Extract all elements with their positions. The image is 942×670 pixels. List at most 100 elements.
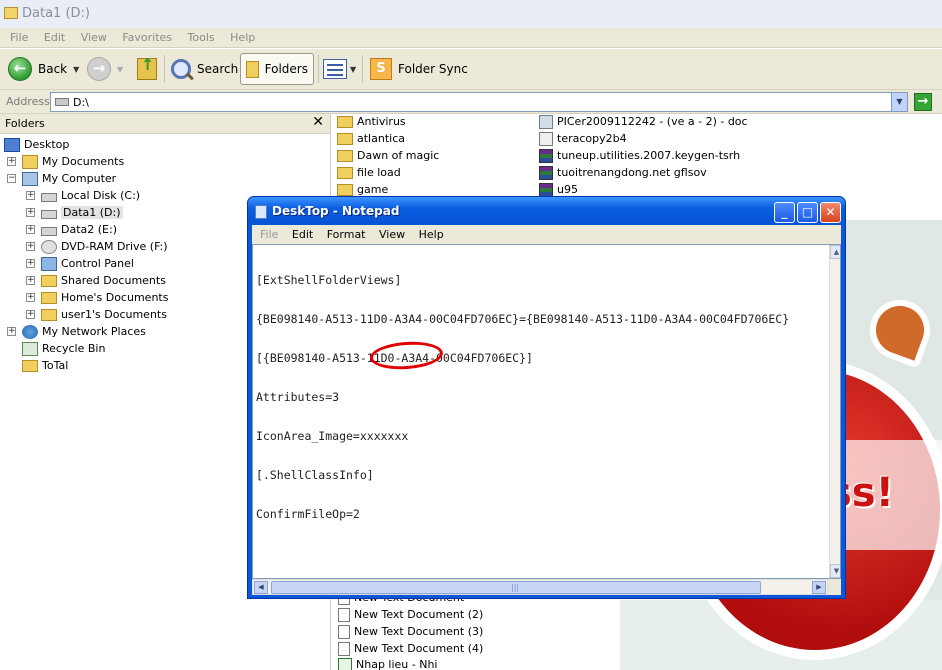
- notepad-text-area[interactable]: [ExtShellFolderViews] {BE098140-A513-11D…: [252, 244, 841, 579]
- menu-help[interactable]: Help: [224, 29, 261, 47]
- tree-item-recycle-bin[interactable]: Recycle Bin: [22, 340, 105, 357]
- menu-file[interactable]: File: [4, 29, 34, 47]
- grip-icon: |||: [511, 583, 520, 592]
- folders-pane-title: Folders: [5, 117, 45, 130]
- tree-item-shared-documents[interactable]: Shared Documents: [41, 272, 166, 289]
- expand-icon[interactable]: +: [26, 259, 35, 268]
- collapse-icon[interactable]: −: [7, 174, 16, 183]
- expand-icon[interactable]: +: [7, 157, 16, 166]
- list-item[interactable]: Antivirus: [337, 113, 406, 130]
- list-item[interactable]: atlantica: [337, 130, 405, 147]
- expand-icon[interactable]: +: [26, 225, 35, 234]
- menu-tools[interactable]: Tools: [182, 29, 221, 47]
- expand-icon[interactable]: +: [26, 191, 35, 200]
- expand-icon[interactable]: +: [26, 242, 35, 251]
- tree-item-total[interactable]: ToTal: [22, 357, 68, 374]
- list-item[interactable]: New Text Document (2): [338, 606, 483, 623]
- tree-item-label: Desktop: [24, 138, 70, 151]
- expand-icon[interactable]: +: [26, 276, 35, 285]
- text-line: [.ShellClassInfo]: [256, 468, 374, 482]
- expand-icon[interactable]: +: [26, 293, 35, 302]
- list-item[interactable]: tuoitrenangdong.net gflsov: [539, 164, 707, 181]
- resize-grip-icon[interactable]: [828, 579, 841, 595]
- notepad-titlebar[interactable]: DeskTop - Notepad _ □ ✕: [248, 197, 845, 225]
- file-name: PICer2009112242 - (ve a - 2) - doc: [557, 115, 748, 128]
- scroll-left-icon[interactable]: ◀: [254, 581, 268, 594]
- list-item[interactable]: New Text Document (4): [338, 640, 483, 657]
- vertical-scrollbar[interactable]: ▲ ▼: [829, 245, 840, 578]
- chevron-down-icon[interactable]: ▼: [117, 65, 123, 74]
- folder-icon: [337, 166, 353, 179]
- chevron-down-icon[interactable]: ▼: [350, 65, 356, 74]
- forward-button[interactable]: → ▼: [87, 53, 123, 85]
- text-file-icon: [338, 607, 350, 622]
- expand-icon[interactable]: +: [26, 208, 35, 217]
- minimize-button[interactable]: _: [774, 202, 795, 223]
- list-item[interactable]: Nhap lieu - Nhi: [338, 656, 438, 670]
- folder-icon: [246, 60, 259, 78]
- tree-item-label: My Computer: [42, 172, 117, 185]
- tree-item-data2-e[interactable]: Data2 (E:): [41, 221, 117, 238]
- cd-drive-icon: [41, 239, 57, 254]
- notepad-menu-format[interactable]: Format: [322, 225, 371, 244]
- close-button[interactable]: ✕: [820, 202, 841, 223]
- tree-item-desktop[interactable]: Desktop: [4, 136, 69, 153]
- tree-item-user1s-documents[interactable]: user1's Documents: [41, 306, 167, 323]
- folder-icon: [22, 359, 38, 372]
- tree-item-my-documents[interactable]: My Documents: [22, 153, 124, 170]
- menu-favorites[interactable]: Favorites: [116, 29, 178, 47]
- list-item[interactable]: file load: [337, 164, 401, 181]
- notepad-menu-view[interactable]: View: [374, 225, 410, 244]
- explorer-title: Data1 (D:): [22, 6, 90, 21]
- folder-icon: [337, 183, 353, 196]
- file-name: Nhap lieu - Nhi: [356, 658, 438, 670]
- tree-item-my-network-places[interactable]: My Network Places: [22, 323, 146, 340]
- horizontal-scrollbar[interactable]: ◀ ||| ▶: [252, 579, 828, 595]
- drive-icon: [55, 98, 69, 106]
- list-item[interactable]: New Text Document (3): [338, 623, 483, 640]
- up-folder-button[interactable]: [137, 53, 157, 85]
- notepad-menu-file[interactable]: File: [255, 225, 283, 244]
- folder-sync-button[interactable]: S Folder Sync: [370, 53, 468, 85]
- scroll-down-icon[interactable]: ▼: [830, 564, 840, 578]
- notepad-menu-help[interactable]: Help: [414, 225, 449, 244]
- tree-item-data1-d[interactable]: Data1 (D:): [41, 204, 123, 221]
- tree-item-my-computer[interactable]: My Computer: [22, 170, 116, 187]
- text-line: [{BE098140-A513-11D0-A3A4-00C04FD706EC}]: [256, 351, 533, 365]
- notepad-icon: [255, 205, 267, 219]
- tree-item-homes-documents[interactable]: Home's Documents: [41, 289, 168, 306]
- menu-edit[interactable]: Edit: [38, 29, 71, 47]
- views-button[interactable]: ▼: [323, 53, 356, 85]
- views-icon: [323, 59, 347, 79]
- folders-button[interactable]: Folders: [240, 53, 314, 85]
- folder-sync-label: Folder Sync: [398, 62, 468, 76]
- folders-pane-header: Folders ✕: [0, 114, 330, 134]
- notepad-menu-edit[interactable]: Edit: [287, 225, 318, 244]
- tree-item-control-panel[interactable]: Control Panel: [41, 255, 134, 272]
- go-button[interactable]: →: [914, 93, 932, 111]
- list-item[interactable]: Dawn of magic: [337, 147, 439, 164]
- scroll-up-icon[interactable]: ▲: [830, 245, 840, 259]
- chevron-down-icon[interactable]: ▼: [73, 65, 79, 74]
- text-line: {BE098140-A513-11D0-A3A4-00C04FD706EC}={…: [256, 312, 790, 326]
- tree-item-label: Data2 (E:): [61, 223, 117, 236]
- file-name: atlantica: [357, 132, 405, 145]
- chevron-down-icon[interactable]: ▼: [891, 93, 907, 111]
- expand-icon[interactable]: +: [26, 310, 35, 319]
- list-item[interactable]: teracopy2b4: [539, 130, 627, 147]
- tree-item-label: Local Disk (C:): [61, 189, 141, 202]
- list-item[interactable]: PICer2009112242 - (ve a - 2) - doc: [539, 113, 748, 130]
- list-item[interactable]: tuneup.utilities.2007.keygen-tsrh: [539, 147, 740, 164]
- menu-view[interactable]: View: [75, 29, 113, 47]
- expand-icon[interactable]: +: [7, 327, 16, 336]
- maximize-button[interactable]: □: [797, 202, 818, 223]
- tree-item-label: Recycle Bin: [42, 342, 106, 355]
- tree-item-local-disk-c[interactable]: Local Disk (C:): [41, 187, 140, 204]
- back-button[interactable]: ← Back ▼: [8, 53, 79, 85]
- close-icon[interactable]: ✕: [312, 114, 324, 130]
- tree-item-dvd-ram-f[interactable]: DVD-RAM Drive (F:): [41, 238, 168, 255]
- scroll-right-icon[interactable]: ▶: [812, 581, 826, 594]
- search-button[interactable]: Search: [171, 53, 238, 85]
- explorer-menubar: File Edit View Favorites Tools Help: [0, 28, 942, 48]
- address-input[interactable]: D:\ ▼: [50, 92, 908, 112]
